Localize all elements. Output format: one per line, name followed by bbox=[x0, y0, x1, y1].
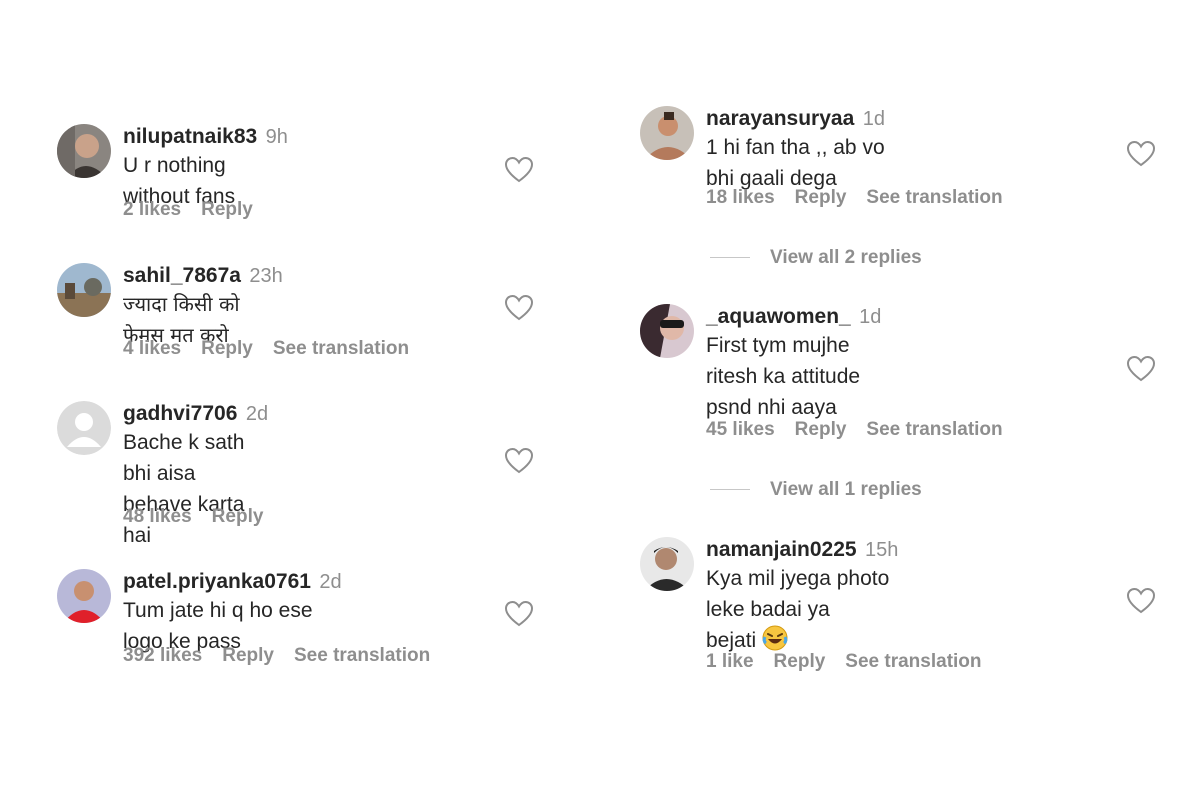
avatar[interactable] bbox=[640, 304, 694, 358]
reply-button[interactable]: Reply bbox=[201, 199, 253, 220]
avatar[interactable] bbox=[57, 569, 111, 623]
heart-outline-icon[interactable] bbox=[504, 294, 534, 322]
avatar[interactable] bbox=[640, 106, 694, 160]
reply-button[interactable]: Reply bbox=[201, 338, 253, 359]
likes-count[interactable]: 18 likes bbox=[706, 187, 775, 208]
comment-text-word: bejati bbox=[706, 629, 757, 652]
comment-text-line: First tym mujhe ritesh ka attitude bbox=[706, 334, 861, 388]
comment-text-line: Kya mil jyega photo leke badai ya bbox=[706, 567, 890, 621]
comment-actions: 1 like Reply See translation bbox=[706, 651, 1002, 673]
username[interactable]: gadhvi7706 bbox=[123, 402, 237, 425]
likes-count[interactable]: 48 likes bbox=[123, 506, 192, 527]
comment-text: Bache k sath bhi aisa behave karta hai bbox=[123, 427, 268, 551]
timestamp[interactable]: 15h bbox=[865, 539, 898, 561]
username[interactable]: nilupatnaik83 bbox=[123, 125, 257, 148]
timestamp[interactable]: 9h bbox=[266, 126, 288, 148]
reply-button[interactable]: Reply bbox=[212, 506, 264, 527]
heart-outline-icon[interactable] bbox=[504, 600, 534, 628]
avatar[interactable] bbox=[57, 124, 111, 178]
comment-actions: 48 likes Reply bbox=[123, 506, 283, 528]
see-translation-link[interactable]: See translation bbox=[294, 645, 430, 666]
see-translation-link[interactable]: See translation bbox=[273, 338, 409, 359]
likes-count[interactable]: 4 likes bbox=[123, 338, 181, 359]
comment-actions: 2 likes Reply bbox=[123, 199, 273, 221]
reply-button[interactable]: Reply bbox=[222, 645, 274, 666]
see-translation-link[interactable]: See translation bbox=[866, 187, 1002, 208]
username[interactable]: narayansuryaa bbox=[706, 107, 854, 130]
avatar[interactable] bbox=[640, 537, 694, 591]
heart-outline-icon[interactable] bbox=[1126, 355, 1156, 383]
username[interactable]: sahil_7867a bbox=[123, 264, 241, 287]
heart-outline-icon[interactable] bbox=[1126, 140, 1156, 168]
view-replies-label: View all 2 replies bbox=[770, 247, 922, 268]
comment-actions: 18 likes Reply See translation bbox=[706, 187, 1023, 209]
view-replies-button[interactable]: View all 2 replies bbox=[710, 247, 922, 269]
comment-text: 1 hi fan tha ,, ab vo bhi gaali dega bbox=[706, 136, 885, 190]
comment-text: First tym mujhe ritesh ka attitude psnd … bbox=[706, 330, 881, 423]
divider-line bbox=[710, 489, 750, 491]
comment-actions: 45 likes Reply See translation bbox=[706, 419, 1023, 441]
comment-actions: 4 likes Reply See translation bbox=[123, 338, 429, 360]
timestamp[interactable]: 2d bbox=[246, 403, 268, 425]
heart-outline-icon[interactable] bbox=[504, 156, 534, 184]
see-translation-link[interactable]: See translation bbox=[866, 419, 1002, 440]
reply-button[interactable]: Reply bbox=[795, 419, 847, 440]
reply-button[interactable]: Reply bbox=[795, 187, 847, 208]
see-translation-link[interactable]: See translation bbox=[845, 651, 981, 672]
comment-text: Kya mil jyega photo leke badai ya bejati bbox=[706, 563, 898, 660]
likes-count[interactable]: 2 likes bbox=[123, 199, 181, 220]
divider-line bbox=[710, 257, 750, 259]
timestamp[interactable]: 1d bbox=[863, 108, 885, 130]
avatar[interactable] bbox=[57, 263, 111, 317]
timestamp[interactable]: 1d bbox=[859, 306, 881, 328]
likes-count[interactable]: 45 likes bbox=[706, 419, 775, 440]
username[interactable]: patel.priyanka0761 bbox=[123, 570, 311, 593]
reply-button[interactable]: Reply bbox=[774, 651, 826, 672]
comment-actions: 392 likes Reply See translation bbox=[123, 645, 450, 667]
heart-outline-icon[interactable] bbox=[1126, 587, 1156, 615]
heart-outline-icon[interactable] bbox=[504, 447, 534, 475]
timestamp[interactable]: 2d bbox=[319, 571, 341, 593]
view-replies-label: View all 1 replies bbox=[770, 479, 922, 500]
default-user-icon[interactable] bbox=[57, 401, 111, 455]
username[interactable]: namanjain0225 bbox=[706, 538, 857, 561]
likes-count[interactable]: 392 likes bbox=[123, 645, 202, 666]
timestamp[interactable]: 23h bbox=[249, 265, 282, 287]
view-replies-button[interactable]: View all 1 replies bbox=[710, 479, 922, 501]
username[interactable]: _aquawomen_ bbox=[706, 305, 851, 328]
likes-count[interactable]: 1 like bbox=[706, 651, 754, 672]
